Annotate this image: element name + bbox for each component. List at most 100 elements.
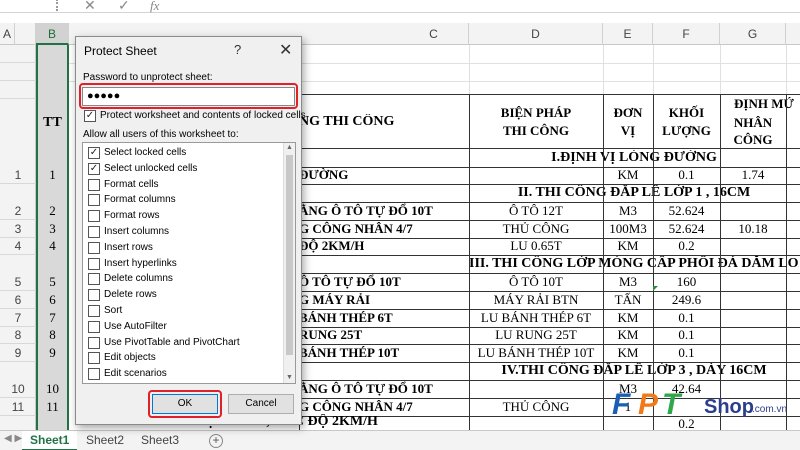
permission-checkbox[interactable] [88,320,100,333]
column-header-e[interactable]: E [603,23,653,45]
permission-checkbox[interactable]: ✓ [88,147,100,159]
cell-task: ĐƯỜNG [299,167,349,182]
tab-sheet3[interactable]: Sheet3 [133,431,187,450]
permission-item[interactable]: Use AutoFilter [83,320,283,335]
cell-task: G MÁY RẢI [299,292,371,307]
cancel-entry-icon[interactable]: ✕ [84,0,96,14]
row-header[interactable]: 11 [0,398,36,416]
header-labor-1: NHÂN [733,115,773,130]
permission-label: Insert rows [104,241,153,253]
cell-task: Ô TÔ TỰ ĐỔ 10T [299,274,401,289]
row-header[interactable] [0,81,36,99]
row-header[interactable]: 5 [0,273,36,291]
protect-checkbox[interactable]: ✓ [84,110,96,122]
cell-tt: 1 [49,167,56,182]
column-header-g[interactable]: G [720,23,786,45]
tab-sheet2[interactable]: Sheet2 [78,431,132,450]
permission-checkbox[interactable] [88,178,100,191]
tab-scroll-icon[interactable]: ◀ ▶ [4,433,22,444]
permission-item[interactable]: Delete rows [83,288,283,303]
protect-sheet-dialog: Protect Sheet ? ✕ Password to unprotect … [75,36,306,425]
permission-checkbox[interactable] [88,336,100,349]
header-norm: ĐỊNH MỨ [734,96,794,111]
permission-item[interactable]: Format rows [83,209,283,224]
permission-checkbox[interactable] [88,226,100,238]
close-icon[interactable]: ✕ [279,40,292,60]
permission-checkbox[interactable] [88,241,100,254]
header-tt: TT [43,115,62,130]
permission-checkbox[interactable] [88,352,100,365]
cell-volume: 52.624 [668,221,705,236]
cell-tt: 7 [49,310,56,325]
row-header[interactable]: 10 [0,380,36,398]
cancel-button[interactable]: Cancel [228,394,294,414]
error-indicator-icon[interactable] [653,286,658,291]
permission-item[interactable]: Use PivotTable and PivotChart [83,336,283,351]
permission-item[interactable]: Insert rows [83,241,283,256]
cell-volume: 249.6 [671,292,702,307]
permission-item[interactable]: ✓ Select locked cells [83,146,283,161]
row-header[interactable]: 6 [0,291,36,309]
help-icon[interactable]: ? [234,42,241,57]
permissions-list[interactable]: ✓ Select locked cells ✓ Select unlocked cel… [82,142,296,384]
permission-label: Insert hyperlinks [104,257,177,269]
permission-item[interactable]: Sort [83,304,283,319]
permission-label: Sort [104,305,123,316]
row-header[interactable]: 1 [0,166,36,184]
permission-item[interactable]: Insert hyperlinks [83,257,283,272]
column-header-b[interactable]: B [36,23,69,45]
row-header[interactable]: 2 [0,202,36,220]
excel-window: ✕ ✓ fx A B C D E F G 1 2 3 4 5 6 7 8 9 10 11 NG T [0,0,800,450]
row-header[interactable]: 7 [0,309,36,327]
header-volume-2: LƯỢNG [662,123,711,138]
column-header-d[interactable]: D [469,23,603,45]
permission-checkbox[interactable]: ✓ [88,162,100,175]
ok-highlight [148,390,222,418]
formula-bar-gap [0,13,800,23]
permission-checkbox[interactable] [88,289,100,302]
formula-bar: ✕ ✓ fx [0,0,800,13]
permission-checkbox[interactable] [88,257,100,270]
permission-item[interactable]: Edit objects [83,351,283,366]
row-header[interactable]: 8 [0,326,36,344]
permission-item[interactable]: ✓ Select unlocked cells [83,162,283,177]
permissions-scrollbar[interactable]: ▲ ▼ [283,143,295,383]
header-unit-1: ĐƠN [613,105,643,120]
row-header[interactable]: 9 [0,344,36,362]
permission-label: Delete rows [104,289,157,301]
scroll-up-icon[interactable]: ▲ [286,144,293,151]
permission-item[interactable]: Format cells [83,178,283,193]
insert-function-button[interactable]: fx [150,0,159,14]
permission-label: Delete columns [104,273,173,285]
row-headers: 1 2 3 4 5 6 7 8 9 10 11 [0,45,36,430]
cell-tt: 2 [49,203,56,218]
permission-checkbox[interactable] [88,305,100,317]
permission-checkbox[interactable] [88,273,100,286]
tab-sheet1[interactable]: Sheet1 [22,431,78,450]
row-header[interactable] [0,63,36,81]
permission-checkbox[interactable] [88,194,100,207]
scroll-down-icon[interactable]: ▼ [286,374,293,381]
confirm-entry-icon[interactable]: ✓ [118,0,130,14]
permission-label: Insert columns [104,226,170,237]
permission-item[interactable]: Edit scenarios [83,367,283,382]
scroll-thumb[interactable] [286,155,293,355]
permission-item[interactable]: Delete columns [83,272,283,287]
protect-label: Protect worksheet and contents of locked… [100,110,306,121]
row-header[interactable]: 3 [0,220,36,238]
cell-unit: 100M3 [609,221,647,236]
header-unit-2: VỊ [620,123,636,138]
permission-checkbox[interactable] [88,210,100,223]
column-header-a[interactable]: A [0,23,15,45]
add-sheet-icon[interactable]: + [209,434,223,448]
row-header[interactable]: 4 [0,237,36,255]
permission-item[interactable]: Insert columns [83,225,283,240]
section-title: III. THI CÔNG LỚP MÓNG CẤP PHỐI ĐÁ DĂM L… [469,256,799,271]
cell-task: ẰNG Ô TÔ TỰ ĐỔ 10T [299,381,433,396]
row-header[interactable] [0,45,36,63]
column-header-f[interactable]: F [653,23,720,45]
formula-bar-grip [56,0,60,11]
permission-checkbox[interactable] [88,368,100,381]
permission-item[interactable]: Format columns [83,193,283,208]
cell-method: MÁY RẢI BTN [493,292,579,307]
